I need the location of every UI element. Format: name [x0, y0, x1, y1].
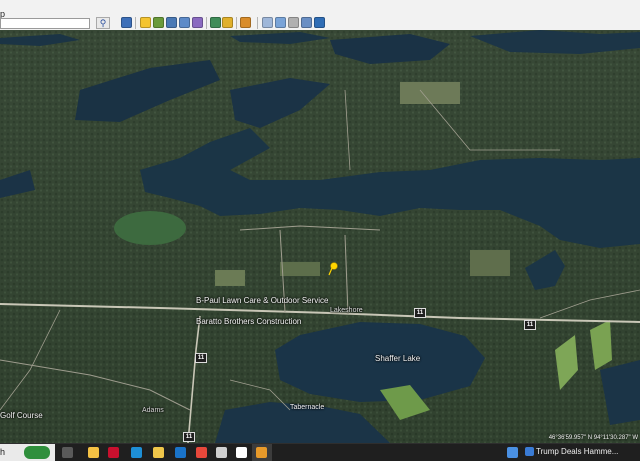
edge-icon[interactable]	[131, 447, 142, 458]
chrome-icon[interactable]	[88, 447, 99, 458]
windows-taskbar: h Trump Deals Hamme...	[0, 443, 640, 461]
image-overlay-icon[interactable]	[179, 17, 190, 28]
search-fragment: h	[0, 447, 6, 457]
field-clearing	[470, 250, 510, 276]
toolbar-divider	[257, 17, 258, 29]
historical-imagery-icon[interactable]	[210, 17, 221, 28]
route-shield: 11	[195, 353, 207, 363]
pond-green	[114, 211, 186, 245]
search-input[interactable]	[0, 18, 90, 29]
chat-icon[interactable]	[507, 447, 518, 458]
toolbar-divider	[236, 17, 237, 29]
store-icon[interactable]	[216, 447, 227, 458]
satellite-imagery	[0, 30, 640, 443]
task-view-icon[interactable]	[62, 447, 73, 458]
view-in-maps-icon[interactable]	[314, 17, 325, 28]
taskbar-search-area[interactable]: h	[0, 444, 55, 461]
weather-widget-icon[interactable]	[24, 446, 50, 459]
field-clearing	[280, 262, 320, 276]
sidebar-toggle-icon[interactable]	[121, 17, 132, 28]
map-view[interactable]: B-Paul Lawn Care & Outdoor Service Barat…	[0, 30, 640, 443]
netflix-icon[interactable]	[108, 447, 119, 458]
print-icon[interactable]	[288, 17, 299, 28]
path-icon[interactable]	[166, 17, 177, 28]
file-explorer-icon[interactable]	[153, 447, 164, 458]
business-label[interactable]: Baratto Brothers Construction	[196, 317, 301, 326]
route-shield: 11	[524, 320, 536, 330]
lake-label[interactable]: Shaffer Lake	[375, 354, 420, 363]
place-label[interactable]: Tabernacle	[290, 404, 324, 411]
outlook-icon[interactable]	[175, 447, 186, 458]
record-tour-icon[interactable]	[192, 17, 203, 28]
field-clearing	[400, 82, 460, 104]
email-icon[interactable]	[275, 17, 286, 28]
toolbar-divider	[206, 17, 207, 29]
google-chrome-icon[interactable]	[196, 447, 207, 458]
road-label: Lakeshore	[330, 307, 363, 314]
planets-icon[interactable]	[240, 17, 251, 28]
coordinates-readout: 46°36'59.957" N 94°11'30.287" W	[548, 435, 638, 441]
google-earth-icon[interactable]	[256, 447, 267, 458]
document-icon[interactable]	[236, 447, 247, 458]
search-icon[interactable]: ⚲	[96, 17, 110, 29]
route-shield: 11	[183, 432, 195, 442]
road-label-west: Adams	[142, 407, 164, 414]
news-icon[interactable]	[525, 447, 534, 456]
golf-course-label[interactable]: Golf Course	[0, 411, 43, 420]
route-shield: 11	[414, 308, 426, 318]
business-label[interactable]: B-Paul Lawn Care & Outdoor Service	[196, 296, 329, 305]
sunlight-icon[interactable]	[222, 17, 233, 28]
app-toolbar: p ⚲	[0, 0, 640, 31]
active-app-highlight[interactable]	[252, 444, 272, 461]
polygon-icon[interactable]	[153, 17, 164, 28]
save-image-icon[interactable]	[301, 17, 312, 28]
news-headline[interactable]: Trump Deals Hamme...	[536, 447, 618, 456]
toolbar-divider	[135, 17, 136, 29]
placemark-pin-icon[interactable]	[328, 262, 338, 276]
ruler-icon[interactable]	[262, 17, 273, 28]
field-clearing	[215, 270, 245, 286]
placemark-icon[interactable]	[140, 17, 151, 28]
